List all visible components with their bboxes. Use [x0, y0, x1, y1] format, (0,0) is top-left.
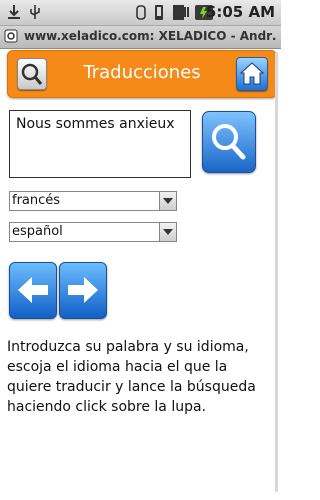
clock: 5:05 AM: [205, 3, 275, 21]
download-icon: [8, 5, 20, 19]
forward-button[interactable]: [59, 262, 107, 319]
home-icon: [239, 62, 265, 85]
magnifier-icon: [212, 124, 246, 160]
no-sim-icon: [173, 5, 189, 20]
back-button[interactable]: [9, 262, 57, 319]
browser-title-bar[interactable]: www.xeladico.com: XELADICO - Andr…: [0, 26, 281, 49]
chevron-down-icon: [159, 192, 176, 210]
scrollbar[interactable]: [275, 52, 278, 492]
source-language-value: francés: [12, 193, 61, 208]
translate-search-button[interactable]: [202, 111, 256, 173]
vibrate-icon: [155, 5, 163, 20]
app-header: Traducciones: [7, 50, 277, 98]
debug-icon: [136, 5, 146, 20]
home-button[interactable]: [236, 57, 268, 91]
arrow-right-icon: [68, 277, 98, 303]
word-input-value: Nous sommes anxieux: [16, 116, 175, 132]
source-language-select[interactable]: francés: [9, 191, 177, 211]
target-language-value: español: [12, 224, 63, 239]
target-language-select[interactable]: español: [9, 222, 177, 242]
word-input[interactable]: Nous sommes anxieux: [9, 110, 191, 178]
page-url-title: www.xeladico.com: XELADICO - Andr…: [24, 29, 276, 43]
arrow-left-icon: [18, 277, 48, 303]
browser-icon: [4, 29, 18, 43]
instructions-text: Introduzca su palabra y su idioma, escoj…: [7, 339, 256, 415]
chevron-down-icon: [159, 223, 176, 241]
status-bar: 5:05 AM: [0, 0, 281, 26]
usb-icon: [30, 5, 40, 19]
